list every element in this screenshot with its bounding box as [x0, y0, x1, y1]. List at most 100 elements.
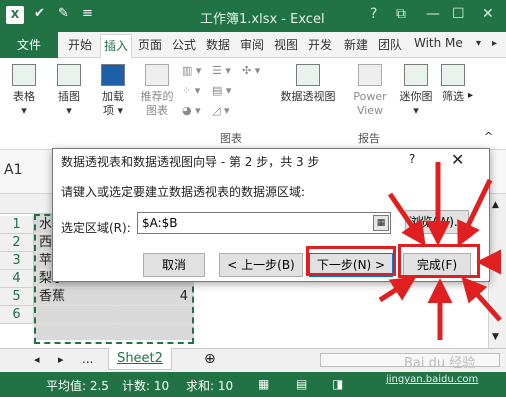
addins-button[interactable]: 加载 项 ▾ — [96, 64, 130, 118]
customize-qat-icon[interactable]: ≡ — [82, 6, 93, 21]
filter-label: 筛选 — [442, 90, 464, 103]
page-break-view-icon[interactable]: ◨ — [332, 377, 343, 391]
bar-chart-icon[interactable]: ☰ ▾ — [212, 64, 231, 77]
cancel-button[interactable]: 取消 — [143, 253, 205, 277]
collapse-dialog-icon[interactable]: ▦ — [373, 215, 389, 231]
sheet-more-icon[interactable]: ... — [82, 352, 93, 366]
add-sheet-icon[interactable]: ⊕ — [204, 351, 216, 367]
vertical-scrollbar[interactable] — [488, 194, 506, 348]
store-icon — [101, 64, 125, 86]
tab-developer[interactable]: 开发 — [308, 36, 332, 53]
sparklines-button[interactable]: 迷你图 ▾ — [396, 64, 436, 118]
pivot-chart-button[interactable]: 数据透视图 — [276, 64, 340, 104]
pivot-chart-label: 数据透视图 — [280, 90, 336, 103]
tab-file[interactable]: 文件 — [0, 32, 58, 58]
watermark-url: jingyan.baidu.com — [386, 374, 479, 385]
sheet-tab-sheet2[interactable]: Sheet2 — [108, 348, 172, 370]
ribbon-display-button[interactable]: ⧉ — [396, 6, 406, 22]
help-button[interactable]: ? — [370, 6, 377, 22]
addins-label-2: 项 — [102, 104, 114, 117]
scroll-up-icon[interactable]: ▲ — [492, 200, 499, 210]
tab-home[interactable]: 开始 — [68, 36, 92, 53]
tab-view[interactable]: 视图 — [274, 36, 298, 53]
addins-label-1: 加载 — [102, 90, 124, 103]
excel-logo-icon: X — [6, 6, 24, 24]
sparklines-label: 迷你图 — [399, 90, 433, 103]
tab-review[interactable]: 审阅 — [240, 36, 264, 53]
row-header[interactable]: 6 — [0, 306, 34, 324]
dialog-help-button[interactable]: ? — [409, 152, 415, 166]
ribbon-tabs: 文件 开始 插入 页面 公式 数据 审阅 视图 开发 新建 团队 With Me… — [0, 32, 506, 58]
range-input[interactable] — [137, 212, 391, 234]
tab-new[interactable]: 新建 — [344, 36, 368, 53]
sparkline-icon — [404, 64, 428, 86]
tab-insert[interactable]: 插入 — [100, 34, 133, 58]
next-button-highlight — [306, 246, 396, 276]
save-icon[interactable]: ✔ — [34, 6, 45, 21]
ribbon-scroll-right-icon[interactable]: ▸ — [468, 90, 473, 101]
table-label: 表格 — [13, 90, 35, 103]
minimize-button[interactable]: — — [426, 6, 440, 22]
scroll-down-icon[interactable]: ▼ — [492, 332, 499, 342]
group-label-charts: 图表 — [220, 132, 242, 145]
row-header[interactable]: 1 — [0, 216, 34, 234]
back-button[interactable]: < 上一步(B) — [219, 253, 303, 277]
power-view-label-2: View — [356, 104, 384, 117]
filter-button[interactable]: 筛选 — [440, 64, 466, 104]
table-button[interactable]: 表格 ▾ — [8, 64, 40, 118]
image-icon — [57, 64, 81, 86]
watermark-logo: Bai du 经验 — [404, 356, 476, 371]
dialog-title: 数据透视表和数据透视图向导 - 第 2 步，共 3 步 — [61, 155, 320, 169]
close-button[interactable]: ✕ — [482, 6, 494, 22]
sheet-prev-icon[interactable]: ◂ — [34, 353, 40, 366]
dialog-close-button[interactable]: ✕ — [451, 150, 464, 169]
power-view-icon — [358, 64, 382, 86]
power-view-label-1: Power — [353, 90, 387, 103]
ribbon: 表格 ▾ 插图 ▾ 加载 项 ▾ 推荐的 图表 ▥ ▾ ☰ ▾ ✣ ▾ ⁘ ▾ ▤ … — [0, 58, 506, 150]
scatter-chart-icon[interactable]: ⁘ ▾ — [182, 84, 200, 97]
recommended-charts-label-1: 推荐的 — [140, 90, 174, 103]
status-sum: 求和: 10 — [186, 379, 234, 393]
row-header[interactable]: 4 — [0, 270, 34, 288]
chart-icon — [145, 64, 169, 86]
page-layout-view-icon[interactable]: ▤ — [296, 377, 307, 391]
finish-button-highlight — [398, 244, 480, 278]
tab-formulas[interactable]: 公式 — [172, 36, 196, 53]
area-chart-icon[interactable]: ◿ ▾ — [212, 104, 229, 117]
illustrations-button[interactable]: 插图 ▾ — [52, 64, 86, 118]
recommended-charts-button[interactable]: 推荐的 图表 — [136, 64, 178, 118]
table-icon — [12, 64, 36, 86]
power-view-button[interactable]: Power View — [352, 64, 388, 118]
maximize-button[interactable]: ☐ — [452, 6, 465, 22]
window-title: 工作簿1.xlsx - Excel — [200, 12, 325, 27]
pie-chart-icon[interactable]: ◕ ▾ — [182, 104, 201, 117]
sheet-next-icon[interactable]: ▸ — [58, 353, 64, 366]
row-header[interactable]: 2 — [0, 234, 34, 252]
dialog-prompt: 请键入或选定要建立数据透视表的数据源区域: — [61, 185, 306, 199]
tab-user[interactable]: With Me — [414, 36, 463, 50]
pivot-chart-icon — [296, 64, 320, 86]
column-chart-icon[interactable]: ▥ ▾ — [182, 64, 201, 77]
filter-icon — [441, 64, 465, 86]
chevron-right-icon[interactable]: ▸ — [492, 38, 497, 49]
undo-icon[interactable]: ✎ — [58, 6, 69, 21]
waterfall-chart-icon[interactable]: ▤ ▾ — [212, 84, 231, 97]
tab-page-layout[interactable]: 页面 — [138, 36, 162, 53]
row-header[interactable]: 3 — [0, 252, 34, 270]
tab-team[interactable]: 团队 — [378, 36, 402, 53]
range-label: 选定区域(R): — [61, 221, 131, 235]
normal-view-icon[interactable]: ▦ — [258, 377, 269, 391]
row-header[interactable]: 5 — [0, 288, 34, 306]
title-bar: X ✔ ✎ ≡ 工作簿1.xlsx - Excel ? ⧉ — ☐ ✕ — [0, 0, 506, 32]
chevron-down-icon[interactable]: ▾ — [476, 38, 481, 49]
collapse-ribbon-icon[interactable]: ^ — [484, 130, 493, 143]
tab-data[interactable]: 数据 — [206, 36, 230, 53]
illustrations-label: 插图 — [58, 90, 80, 103]
recommended-charts-label-2: 图表 — [146, 104, 168, 117]
browse-button[interactable]: 浏览(W)... — [405, 210, 469, 234]
hierarchy-chart-icon[interactable]: ✣ ▾ — [242, 64, 260, 77]
group-label-reports: 报告 — [358, 132, 380, 145]
status-average: 平均值: 2.5 — [46, 379, 109, 393]
name-box[interactable]: A1 — [4, 162, 36, 184]
status-count: 计数: 10 — [122, 379, 170, 393]
